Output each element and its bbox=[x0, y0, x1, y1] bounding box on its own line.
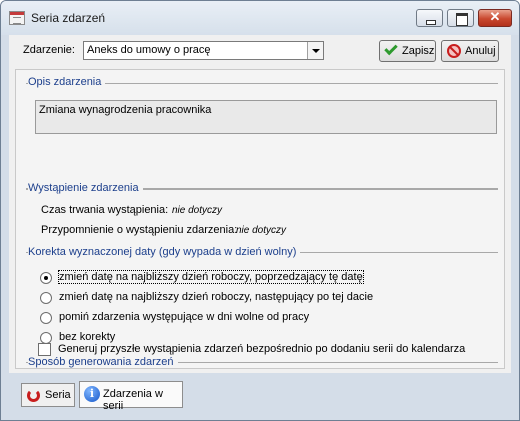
dialog-window: Seria zdarzeń ✕ Zdarzenie: Aneks do umow… bbox=[0, 0, 520, 421]
refresh-icon bbox=[27, 389, 40, 402]
cancel-button-label: Anuluj bbox=[465, 45, 496, 57]
dialog-content: Zdarzenie: Aneks do umowy o pracę Zapisz… bbox=[9, 35, 511, 373]
event-label: Zdarzenie: bbox=[23, 44, 75, 56]
save-button-label: Zapisz bbox=[402, 45, 435, 57]
window-title: Seria zdarzeń bbox=[31, 11, 106, 25]
info-icon: i bbox=[84, 386, 100, 402]
maximize-button[interactable] bbox=[447, 9, 474, 27]
chevron-down-icon[interactable] bbox=[307, 42, 323, 59]
event-select[interactable]: Aneks do umowy o pracę bbox=[83, 41, 324, 60]
description-text: Zmiana wynagrodzenia pracownika bbox=[39, 104, 212, 116]
radio-next-workday[interactable] bbox=[40, 292, 52, 304]
event-select-value: Aneks do umowy o pracę bbox=[87, 44, 211, 56]
save-button[interactable]: Zapisz bbox=[379, 40, 436, 62]
reminder-label: Przypomnienie o wystąpieniu zdarzenia: bbox=[41, 224, 238, 236]
radio-previous-workday-label[interactable]: zmień datę na najbliższy dzień roboczy, … bbox=[58, 270, 364, 284]
cancel-icon bbox=[447, 44, 461, 58]
tab-seria-label: Seria bbox=[45, 389, 71, 401]
close-button[interactable]: ✕ bbox=[478, 9, 512, 27]
generation-section-title: Sposób generowania zdarzeń bbox=[28, 356, 178, 368]
radio-next-workday-label[interactable]: zmień datę na najbliższy dzień roboczy, … bbox=[59, 291, 373, 303]
close-icon: ✕ bbox=[489, 9, 501, 24]
radio-skip-holidays[interactable] bbox=[40, 312, 52, 324]
correction-section-title: Korekta wyznaczonej daty (gdy wypada w d… bbox=[28, 246, 301, 258]
cancel-button[interactable]: Anuluj bbox=[441, 40, 499, 62]
tab-zdarzenia-w-serii[interactable]: i Zdarzenia w serii bbox=[79, 381, 183, 412]
tab-zdarzenia-label: Zdarzenia w serii bbox=[103, 388, 163, 412]
radio-previous-workday[interactable] bbox=[40, 272, 52, 284]
reminder-value: nie dotyczy bbox=[236, 225, 287, 236]
description-section-title: Opis zdarzenia bbox=[28, 76, 106, 88]
title-bar[interactable]: Seria zdarzeń ✕ bbox=[1, 1, 519, 35]
tab-bar: Seria i Zdarzenia w serii bbox=[9, 373, 511, 413]
radio-skip-holidays-label[interactable]: pomiń zdarzenia występujące w dni wolne … bbox=[59, 311, 309, 323]
minimize-button[interactable] bbox=[416, 9, 443, 27]
check-icon bbox=[384, 41, 398, 56]
radio-no-correction-label[interactable]: bez korekty bbox=[59, 331, 115, 343]
occurrence-section-title: Wystąpienie zdarzenia bbox=[28, 182, 143, 194]
generate-future-label[interactable]: Generuj przyszłe wystąpienia zdarzeń bez… bbox=[58, 343, 465, 355]
generate-future-checkbox[interactable] bbox=[38, 343, 51, 356]
duration-label: Czas trwania wystąpienia: bbox=[41, 204, 169, 216]
tab-seria[interactable]: Seria bbox=[21, 383, 75, 407]
calendar-icon bbox=[9, 11, 25, 25]
details-panel: Opis zdarzenia Zmiana wynagrodzenia prac… bbox=[15, 69, 505, 369]
description-field[interactable]: Zmiana wynagrodzenia pracownika bbox=[35, 100, 497, 134]
duration-value: nie dotyczy bbox=[172, 205, 223, 216]
